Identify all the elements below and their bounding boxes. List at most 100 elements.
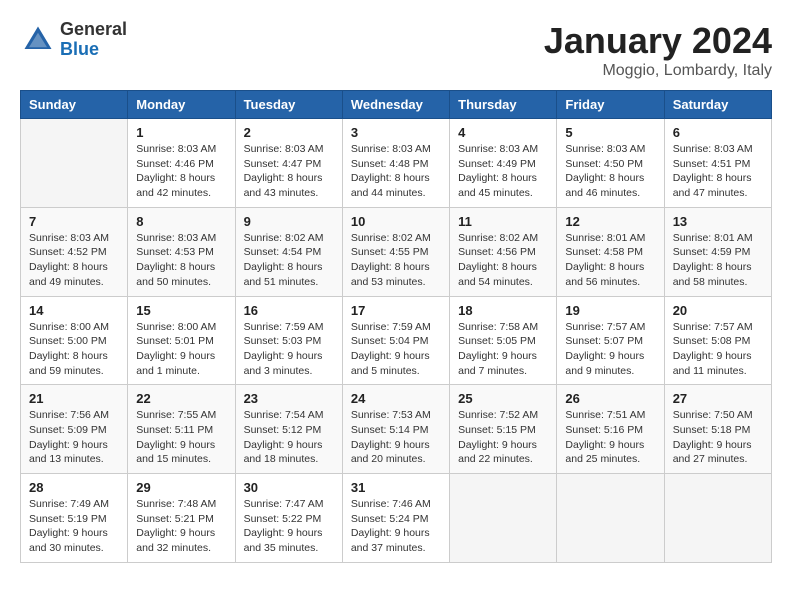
day-number: 22 bbox=[136, 391, 226, 406]
calendar-cell: 27Sunrise: 7:50 AMSunset: 5:18 PMDayligh… bbox=[664, 385, 771, 474]
day-info: Sunrise: 7:59 AMSunset: 5:04 PMDaylight:… bbox=[351, 320, 441, 379]
calendar-table: SundayMondayTuesdayWednesdayThursdayFrid… bbox=[20, 90, 772, 563]
day-info: Sunrise: 8:03 AMSunset: 4:53 PMDaylight:… bbox=[136, 231, 226, 290]
day-info: Sunrise: 7:58 AMSunset: 5:05 PMDaylight:… bbox=[458, 320, 548, 379]
logo-text: General Blue bbox=[60, 20, 127, 60]
day-number: 10 bbox=[351, 214, 441, 229]
day-info: Sunrise: 7:47 AMSunset: 5:22 PMDaylight:… bbox=[244, 497, 334, 556]
day-number: 6 bbox=[673, 125, 763, 140]
calendar-cell: 12 Sunrise: 8:01 AMSunset: 4:58 PMDayligh… bbox=[557, 207, 664, 296]
calendar-cell bbox=[450, 474, 557, 563]
calendar-body: 1 Sunrise: 8:03 AMSunset: 4:46 PMDaylight… bbox=[21, 119, 772, 563]
day-info: Sunrise: 8:02 AMSunset: 4:54 PMDaylight:… bbox=[244, 231, 334, 290]
week-row-3: 14 Sunrise: 8:00 AMSunset: 5:00 PMDayligh… bbox=[21, 296, 772, 385]
day-info: Sunrise: 8:00 AMSunset: 5:00 PMDaylight:… bbox=[29, 320, 119, 379]
calendar-cell: 9 Sunrise: 8:02 AMSunset: 4:54 PMDaylight… bbox=[235, 207, 342, 296]
day-number: 19 bbox=[565, 303, 655, 318]
month-title: January 2024 bbox=[544, 20, 772, 62]
day-number: 1 bbox=[136, 125, 226, 140]
calendar-cell: 20 Sunrise: 7:57 AMSunset: 5:08 PMDayligh… bbox=[664, 296, 771, 385]
day-number: 18 bbox=[458, 303, 548, 318]
calendar-cell: 16 Sunrise: 7:59 AMSunset: 5:03 PMDayligh… bbox=[235, 296, 342, 385]
calendar-cell: 2 Sunrise: 8:03 AMSunset: 4:47 PMDaylight… bbox=[235, 119, 342, 208]
day-number: 16 bbox=[244, 303, 334, 318]
day-number: 13 bbox=[673, 214, 763, 229]
day-number: 5 bbox=[565, 125, 655, 140]
day-number: 2 bbox=[244, 125, 334, 140]
calendar-cell: 17 Sunrise: 7:59 AMSunset: 5:04 PMDayligh… bbox=[342, 296, 449, 385]
day-info: Sunrise: 8:02 AMSunset: 4:56 PMDaylight:… bbox=[458, 231, 548, 290]
day-number: 12 bbox=[565, 214, 655, 229]
calendar-cell: 10Sunrise: 8:02 AMSunset: 4:55 PMDayligh… bbox=[342, 207, 449, 296]
day-info: Sunrise: 7:57 AMSunset: 5:07 PMDaylight:… bbox=[565, 320, 655, 379]
day-number: 15 bbox=[136, 303, 226, 318]
day-info: Sunrise: 7:59 AMSunset: 5:03 PMDaylight:… bbox=[244, 320, 334, 379]
day-number: 4 bbox=[458, 125, 548, 140]
day-number: 30 bbox=[244, 480, 334, 495]
calendar-cell: 1 Sunrise: 8:03 AMSunset: 4:46 PMDaylight… bbox=[128, 119, 235, 208]
calendar-cell: 23Sunrise: 7:54 AMSunset: 5:12 PMDayligh… bbox=[235, 385, 342, 474]
weekday-header-friday: Friday bbox=[557, 91, 664, 119]
day-info: Sunrise: 8:03 AMSunset: 4:47 PMDaylight:… bbox=[244, 142, 334, 201]
location: Moggio, Lombardy, Italy bbox=[544, 62, 772, 80]
calendar-cell: 8Sunrise: 8:03 AMSunset: 4:53 PMDaylight… bbox=[128, 207, 235, 296]
day-number: 9 bbox=[244, 214, 334, 229]
day-number: 14 bbox=[29, 303, 119, 318]
calendar-cell bbox=[21, 119, 128, 208]
day-number: 20 bbox=[673, 303, 763, 318]
weekday-header-sunday: Sunday bbox=[21, 91, 128, 119]
weekday-header-monday: Monday bbox=[128, 91, 235, 119]
day-info: Sunrise: 7:54 AMSunset: 5:12 PMDaylight:… bbox=[244, 408, 334, 467]
calendar-cell: 6Sunrise: 8:03 AMSunset: 4:51 PMDaylight… bbox=[664, 119, 771, 208]
day-info: Sunrise: 7:49 AMSunset: 5:19 PMDaylight:… bbox=[29, 497, 119, 556]
logo-blue-text: Blue bbox=[60, 40, 127, 60]
week-row-5: 28 Sunrise: 7:49 AMSunset: 5:19 PMDayligh… bbox=[21, 474, 772, 563]
day-info: Sunrise: 8:03 AMSunset: 4:49 PMDaylight:… bbox=[458, 142, 548, 201]
day-number: 29 bbox=[136, 480, 226, 495]
calendar-cell: 21Sunrise: 7:56 AMSunset: 5:09 PMDayligh… bbox=[21, 385, 128, 474]
calendar-cell: 18 Sunrise: 7:58 AMSunset: 5:05 PMDayligh… bbox=[450, 296, 557, 385]
calendar-cell: 5 Sunrise: 8:03 AMSunset: 4:50 PMDaylight… bbox=[557, 119, 664, 208]
calendar-cell: 7Sunrise: 8:03 AMSunset: 4:52 PMDaylight… bbox=[21, 207, 128, 296]
calendar-cell: 19 Sunrise: 7:57 AMSunset: 5:07 PMDayligh… bbox=[557, 296, 664, 385]
day-info: Sunrise: 8:01 AMSunset: 4:58 PMDaylight:… bbox=[565, 231, 655, 290]
calendar-cell: 31 Sunrise: 7:46 AMSunset: 5:24 PMDayligh… bbox=[342, 474, 449, 563]
logo: General Blue bbox=[20, 20, 127, 60]
calendar-cell: 25Sunrise: 7:52 AMSunset: 5:15 PMDayligh… bbox=[450, 385, 557, 474]
calendar-cell: 29Sunrise: 7:48 AMSunset: 5:21 PMDayligh… bbox=[128, 474, 235, 563]
weekday-header-row: SundayMondayTuesdayWednesdayThursdayFrid… bbox=[21, 91, 772, 119]
calendar-cell: 14 Sunrise: 8:00 AMSunset: 5:00 PMDayligh… bbox=[21, 296, 128, 385]
calendar-header: SundayMondayTuesdayWednesdayThursdayFrid… bbox=[21, 91, 772, 119]
day-info: Sunrise: 7:46 AMSunset: 5:24 PMDaylight:… bbox=[351, 497, 441, 556]
page-header: General Blue January 2024 Moggio, Lombar… bbox=[20, 20, 772, 80]
day-number: 7 bbox=[29, 214, 119, 229]
day-info: Sunrise: 7:53 AMSunset: 5:14 PMDaylight:… bbox=[351, 408, 441, 467]
day-number: 17 bbox=[351, 303, 441, 318]
calendar-cell: 28 Sunrise: 7:49 AMSunset: 5:19 PMDayligh… bbox=[21, 474, 128, 563]
weekday-header-wednesday: Wednesday bbox=[342, 91, 449, 119]
week-row-1: 1 Sunrise: 8:03 AMSunset: 4:46 PMDaylight… bbox=[21, 119, 772, 208]
day-info: Sunrise: 7:57 AMSunset: 5:08 PMDaylight:… bbox=[673, 320, 763, 379]
title-block: January 2024 Moggio, Lombardy, Italy bbox=[544, 20, 772, 80]
calendar-cell: 30 Sunrise: 7:47 AMSunset: 5:22 PMDayligh… bbox=[235, 474, 342, 563]
day-info: Sunrise: 8:03 AMSunset: 4:50 PMDaylight:… bbox=[565, 142, 655, 201]
calendar-cell: 4 Sunrise: 8:03 AMSunset: 4:49 PMDaylight… bbox=[450, 119, 557, 208]
day-number: 11 bbox=[458, 214, 548, 229]
day-number: 26 bbox=[565, 391, 655, 406]
calendar-cell: 11 Sunrise: 8:02 AMSunset: 4:56 PMDayligh… bbox=[450, 207, 557, 296]
calendar-cell: 26 Sunrise: 7:51 AMSunset: 5:16 PMDayligh… bbox=[557, 385, 664, 474]
calendar-cell bbox=[664, 474, 771, 563]
day-info: Sunrise: 8:03 AMSunset: 4:48 PMDaylight:… bbox=[351, 142, 441, 201]
logo-general-text: General bbox=[60, 20, 127, 40]
calendar-cell bbox=[557, 474, 664, 563]
day-number: 28 bbox=[29, 480, 119, 495]
weekday-header-thursday: Thursday bbox=[450, 91, 557, 119]
day-info: Sunrise: 7:51 AMSunset: 5:16 PMDaylight:… bbox=[565, 408, 655, 467]
logo-icon bbox=[20, 22, 56, 58]
day-info: Sunrise: 8:03 AMSunset: 4:46 PMDaylight:… bbox=[136, 142, 226, 201]
day-number: 27 bbox=[673, 391, 763, 406]
week-row-2: 7Sunrise: 8:03 AMSunset: 4:52 PMDaylight… bbox=[21, 207, 772, 296]
day-number: 21 bbox=[29, 391, 119, 406]
day-number: 31 bbox=[351, 480, 441, 495]
calendar-cell: 24Sunrise: 7:53 AMSunset: 5:14 PMDayligh… bbox=[342, 385, 449, 474]
